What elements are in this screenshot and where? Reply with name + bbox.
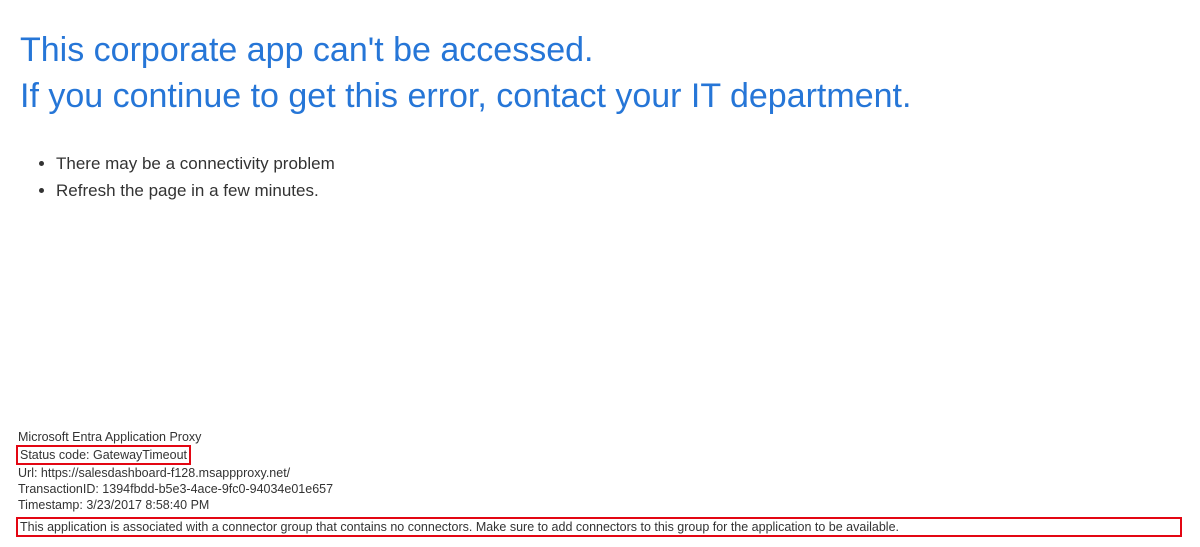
transaction-value: 1394fbdd-b5e3-4ace-9fc0-94034e01e657 <box>102 482 333 496</box>
error-message-highlight: This application is associated with a co… <box>16 517 1182 537</box>
error-details: Microsoft Entra Application Proxy Status… <box>18 429 1182 537</box>
transaction-line: TransactionID: 1394fbdd-b5e3-4ace-9fc0-9… <box>18 481 1182 497</box>
timestamp-value: 3/23/2017 8:58:40 PM <box>86 498 209 512</box>
error-message: This application is associated with a co… <box>20 520 899 534</box>
suggestion-item: Refresh the page in a few minutes. <box>56 177 1180 204</box>
status-value: GatewayTimeout <box>93 448 187 462</box>
suggestion-item: There may be a connectivity problem <box>56 150 1180 177</box>
url-value: https://salesdashboard-f128.msappproxy.n… <box>41 466 290 480</box>
timestamp-line: Timestamp: 3/23/2017 8:58:40 PM <box>18 497 1182 513</box>
transaction-label: TransactionID: <box>18 482 102 496</box>
url-line: Url: https://salesdashboard-f128.msapppr… <box>18 465 1182 481</box>
heading-line2: If you continue to get this error, conta… <box>20 74 1180 120</box>
status-highlight: Status code: GatewayTimeout <box>16 445 191 465</box>
error-heading: This corporate app can't be accessed. If… <box>0 0 1200 120</box>
status-code-line: Status code: GatewayTimeout <box>18 445 1182 465</box>
heading-line1: This corporate app can't be accessed. <box>20 28 1180 74</box>
status-label: Status code: <box>20 448 93 462</box>
product-name: Microsoft Entra Application Proxy <box>18 429 1182 445</box>
timestamp-label: Timestamp: <box>18 498 86 512</box>
suggestion-list: There may be a connectivity problem Refr… <box>0 120 1200 204</box>
url-label: Url: <box>18 466 41 480</box>
